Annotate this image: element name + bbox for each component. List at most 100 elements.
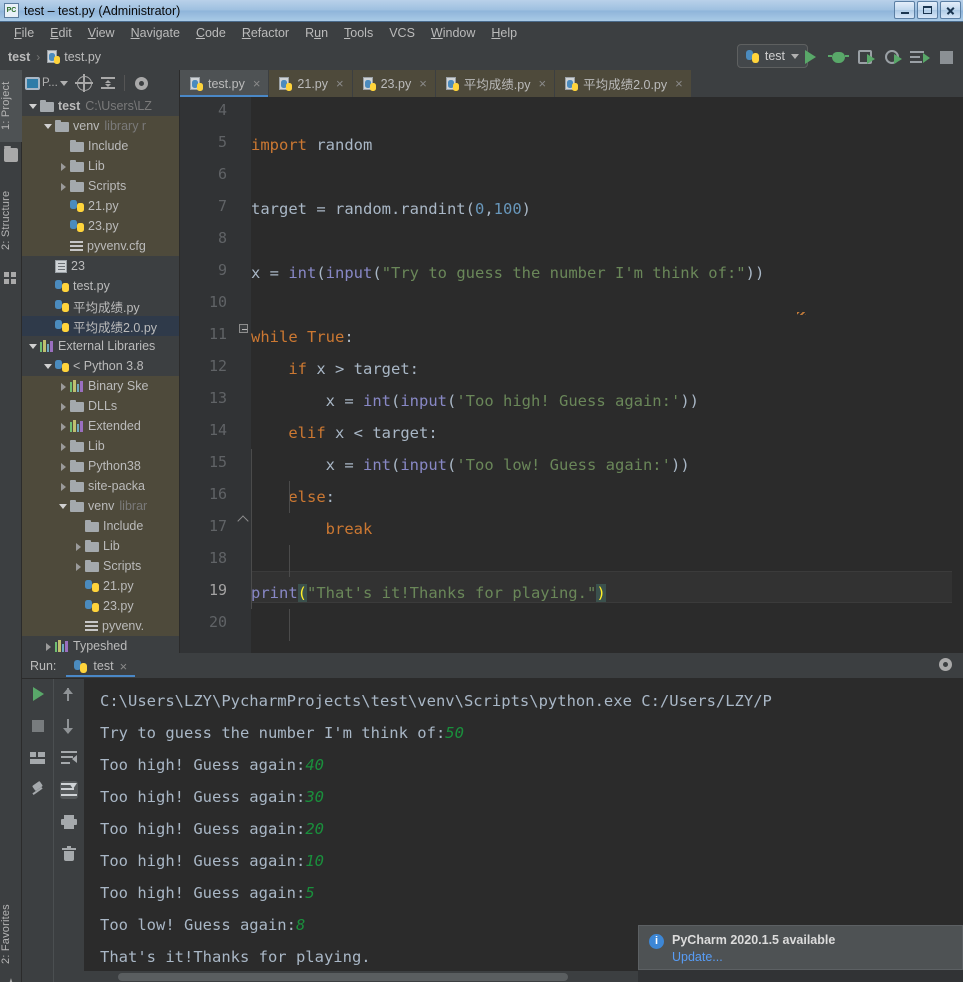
- menu-window[interactable]: Window: [423, 24, 483, 42]
- stop-button[interactable]: [29, 717, 47, 735]
- tree-item[interactable]: Lib: [22, 536, 179, 556]
- menu-edit[interactable]: Edit: [42, 24, 80, 42]
- close-icon[interactable]: ×: [253, 76, 261, 91]
- scrollbar-thumb[interactable]: [118, 973, 568, 981]
- down-arrow-button[interactable]: [60, 717, 78, 735]
- run-tests-button[interactable]: [910, 48, 930, 66]
- settings-gear-icon[interactable]: [134, 76, 149, 91]
- menu-vcs[interactable]: VCS: [381, 24, 423, 42]
- close-icon[interactable]: ×: [419, 76, 427, 91]
- chevron-right-icon[interactable]: [58, 161, 69, 172]
- editor-tab[interactable]: 平均成绩.py ×: [435, 70, 556, 97]
- tree-item[interactable]: venv librar: [22, 496, 179, 516]
- code-content[interactable]: import random target = random.randint(0,1…: [251, 97, 963, 653]
- chevron-right-icon[interactable]: [58, 401, 69, 412]
- editor-tab[interactable]: 23.py ×: [352, 70, 436, 97]
- chevron-right-icon[interactable]: [58, 181, 69, 192]
- tree-item[interactable]: 23: [22, 256, 179, 276]
- tree-item[interactable]: 平均成绩2.0.py: [22, 316, 179, 336]
- editor-vertical-scrollbar[interactable]: [952, 97, 963, 653]
- sidebar-item-project[interactable]: 1: Project: [0, 70, 22, 142]
- chevron-down-icon[interactable]: [43, 361, 54, 372]
- run-configuration-selector[interactable]: test: [736, 44, 808, 68]
- pin-tab-button[interactable]: [29, 781, 47, 799]
- maximize-button[interactable]: [917, 1, 938, 19]
- up-arrow-button[interactable]: [60, 685, 78, 703]
- menu-help[interactable]: Help: [483, 24, 525, 42]
- chevron-right-icon[interactable]: [58, 421, 69, 432]
- print-button[interactable]: [60, 813, 78, 831]
- tree-item[interactable]: 21.py: [22, 576, 179, 596]
- tree-item[interactable]: Lib: [22, 156, 179, 176]
- tree-item[interactable]: Lib: [22, 436, 179, 456]
- close-icon[interactable]: ×: [538, 76, 546, 91]
- layout-button[interactable]: [29, 749, 47, 767]
- chevron-down-icon[interactable]: [58, 501, 69, 512]
- menu-refactor[interactable]: Refactor: [234, 24, 297, 42]
- editor-tab[interactable]: 21.py ×: [269, 70, 353, 97]
- breadcrumb-file[interactable]: test.py: [64, 50, 101, 64]
- project-scope-dropdown[interactable]: P...: [25, 76, 68, 90]
- chevron-down-icon[interactable]: [28, 101, 39, 112]
- chevron-down-icon[interactable]: [28, 341, 39, 352]
- chevron-right-icon[interactable]: [58, 481, 69, 492]
- fold-marker-while[interactable]: [239, 324, 249, 334]
- rerun-button[interactable]: [29, 685, 47, 703]
- close-icon[interactable]: ×: [675, 76, 683, 91]
- menu-code[interactable]: Code: [188, 24, 234, 42]
- chevron-right-icon[interactable]: [58, 441, 69, 452]
- menu-file[interactable]: File: [6, 24, 42, 42]
- tree-item[interactable]: test.py: [22, 276, 179, 296]
- tree-item[interactable]: site-packa: [22, 476, 179, 496]
- chevron-right-icon[interactable]: [58, 381, 69, 392]
- menu-navigate[interactable]: Navigate: [123, 24, 188, 42]
- chevron-right-icon[interactable]: [73, 561, 84, 572]
- locate-file-icon[interactable]: [74, 73, 93, 92]
- soft-wrap-button[interactable]: [60, 749, 78, 767]
- tree-item[interactable]: venv library r: [22, 116, 179, 136]
- chevron-right-icon[interactable]: [58, 461, 69, 472]
- tree-item[interactable]: pyvenv.: [22, 616, 179, 636]
- run-button[interactable]: [802, 48, 820, 66]
- clear-all-button[interactable]: [60, 845, 78, 863]
- tree-item[interactable]: External Libraries: [22, 336, 179, 356]
- tree-item[interactable]: Include: [22, 136, 179, 156]
- tree-item[interactable]: Scripts: [22, 556, 179, 576]
- close-icon[interactable]: ×: [120, 659, 128, 674]
- run-with-coverage-button[interactable]: [856, 48, 875, 66]
- chevron-right-icon[interactable]: [73, 541, 84, 552]
- menu-tools[interactable]: Tools: [336, 24, 381, 42]
- chevron-right-icon[interactable]: [43, 641, 54, 652]
- scroll-to-end-button[interactable]: [60, 781, 78, 799]
- editor-tab[interactable]: test.py ×: [180, 70, 270, 97]
- tree-item[interactable]: Binary Ske: [22, 376, 179, 396]
- tree-item[interactable]: Python38: [22, 456, 179, 476]
- tree-item[interactable]: < Python 3.8: [22, 356, 179, 376]
- code-editor[interactable]: 4 5 6 7 8 9 10 11 12 13 14 15 16 17 18 19 20 import rand…: [180, 97, 963, 653]
- tree-item[interactable]: 23.py: [22, 596, 179, 616]
- run-tab-test[interactable]: test ×: [66, 655, 135, 677]
- close-button[interactable]: [940, 1, 961, 19]
- notification-update-link[interactable]: Update...: [672, 950, 835, 964]
- editor-tab[interactable]: 平均成绩2.0.py ×: [555, 70, 692, 97]
- tree-item[interactable]: 23.py: [22, 216, 179, 236]
- tree-item[interactable]: 平均成绩.py: [22, 296, 179, 316]
- settings-gear-icon[interactable]: [938, 657, 953, 672]
- minimize-button[interactable]: [894, 1, 915, 19]
- fold-end-marker[interactable]: [237, 515, 249, 527]
- tree-item[interactable]: DLLs: [22, 396, 179, 416]
- tree-item[interactable]: Typeshed: [22, 636, 179, 653]
- menu-view[interactable]: View: [80, 24, 123, 42]
- tree-item[interactable]: Scripts: [22, 176, 179, 196]
- collapse-all-icon[interactable]: [100, 76, 115, 90]
- tree-item[interactable]: Extended: [22, 416, 179, 436]
- chevron-down-icon[interactable]: [43, 121, 54, 132]
- stop-button[interactable]: [937, 48, 955, 66]
- tree-item[interactable]: 21.py: [22, 196, 179, 216]
- sidebar-item-favorites[interactable]: 2: Favorites: [0, 888, 22, 980]
- breadcrumb-project[interactable]: test: [8, 50, 30, 64]
- sidebar-item-structure[interactable]: 2: Structure: [0, 175, 22, 265]
- profile-button[interactable]: [883, 48, 902, 66]
- close-icon[interactable]: ×: [336, 76, 344, 91]
- tree-item[interactable]: Include: [22, 516, 179, 536]
